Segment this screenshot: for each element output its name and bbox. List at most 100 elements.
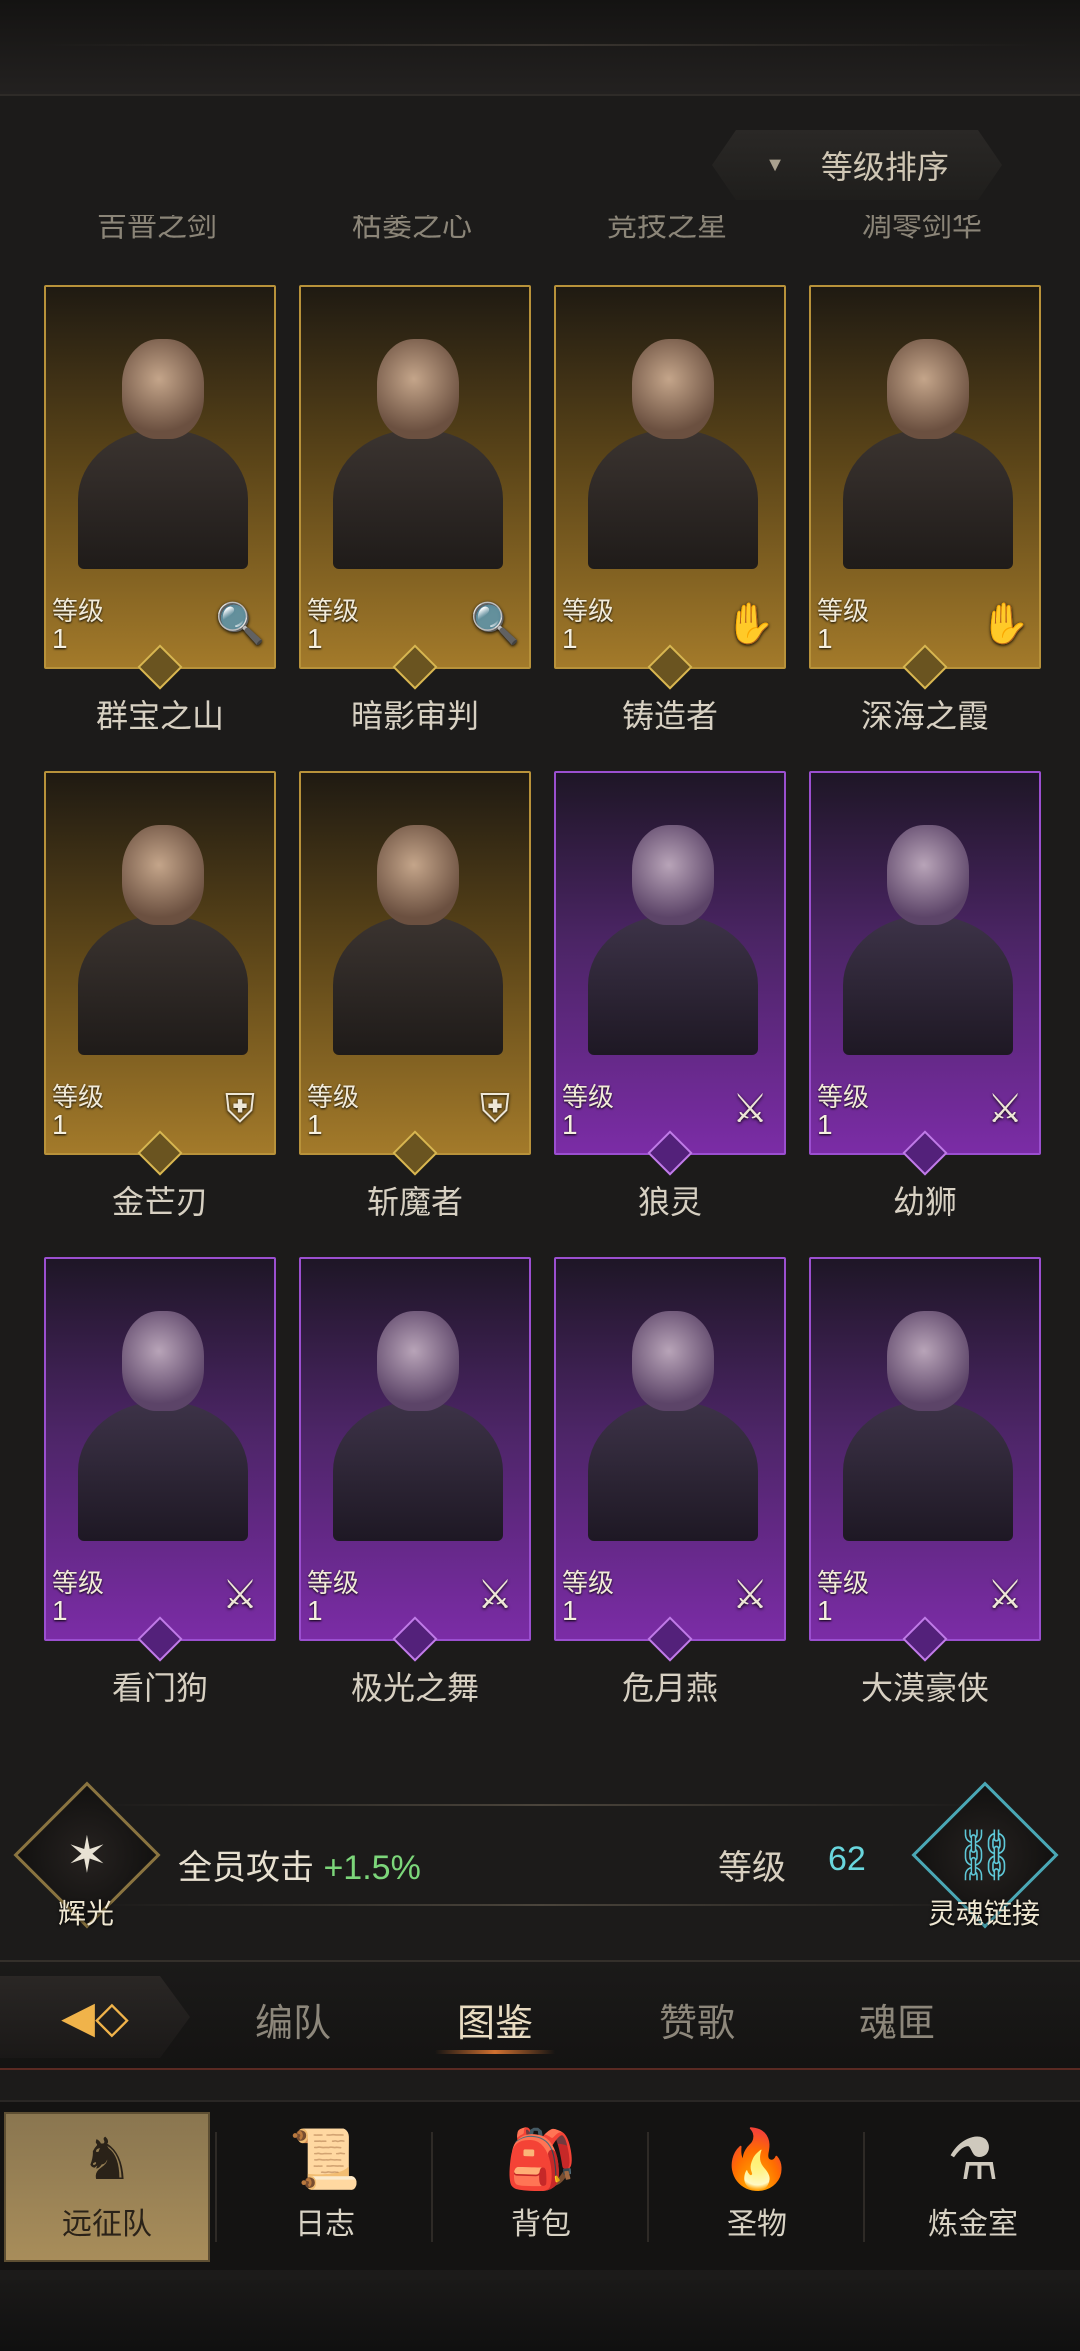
bonus-stat-value: +1.5%: [323, 1849, 421, 1887]
cut-hero-name: 凋零剑华: [862, 215, 982, 243]
palm-icon: ✋: [725, 601, 775, 646]
hero-card[interactable]: 等级 1 ⚔ 大漠豪侠: [809, 1257, 1041, 1706]
hero-portrait: [831, 1283, 1023, 1541]
alchemy-icon: ⚗: [947, 2127, 999, 2192]
hero-portrait: [66, 1283, 258, 1541]
back-button[interactable]: ◀◇: [0, 1976, 190, 2058]
hero-name: 危月燕: [621, 1670, 718, 1706]
soul-link-label: 灵魂链接: [928, 1898, 1041, 1929]
hero-name: 狼灵: [637, 1184, 702, 1220]
sword-icon: ⚔: [987, 1573, 1023, 1617]
bottom-navigation: ♞ 远征队 📜 日志 🎒 背包 🔥 圣物 ⚗ 炼金室: [0, 2100, 1080, 2270]
sword-icon: ⚔: [732, 1087, 768, 1131]
hero-portrait: [321, 1283, 513, 1541]
hero-name: 群宝之山: [95, 698, 224, 734]
scroll-icon: 📜: [288, 2127, 362, 2192]
hero-portrait: [321, 311, 513, 569]
hero-name: 暗影审判: [350, 698, 479, 734]
nav-label: 圣物: [727, 2208, 787, 2241]
partially-visible-row: 吉普之剑 枯萎之心 竞技之星 凋零剑华: [0, 215, 1080, 251]
nav-label: 日志: [295, 2208, 355, 2241]
palm-icon: ✋: [980, 601, 1030, 646]
sword-icon: ⚔: [732, 1573, 768, 1617]
hero-name: 幼狮: [892, 1184, 957, 1220]
sword-icon: ⚔: [987, 1087, 1023, 1131]
card-frame: 等级 1 ⚔: [809, 771, 1041, 1155]
sort-by-level-button[interactable]: ▼ 等级排序: [712, 130, 1002, 200]
card-frame: 等级 1 ⚔: [554, 771, 786, 1155]
tab-formation[interactable]: 编队: [223, 1992, 363, 2047]
shield-icon: ⛨: [480, 1086, 510, 1131]
card-frame: 等级 1 ⛨: [44, 771, 276, 1155]
collection-bonus-bar: ✶ 辉光 全员攻击 +1.5% 等级 62 ⛓ 灵魂链接: [0, 1780, 1080, 1930]
hero-card[interactable]: 等级 1 ⛨ 斩魔者: [299, 771, 531, 1220]
level-value: 1: [307, 623, 323, 654]
hero-card[interactable]: 等级 1 🔍 暗影审判: [299, 285, 531, 734]
link-level-label: 等级: [718, 1849, 786, 1887]
hero-card[interactable]: 等级 1 ⛨ 金芒刃: [44, 771, 276, 1220]
sword-icon: ⚔: [222, 1573, 258, 1617]
arrow-left-icon: ◀◇: [61, 1992, 129, 2042]
nav-journal[interactable]: 📜 日志: [222, 2112, 428, 2262]
nav-label: 背包: [511, 2208, 571, 2241]
hero-name: 斩魔者: [366, 1184, 463, 1220]
level-value: 1: [562, 623, 578, 654]
level-value: 1: [562, 1109, 578, 1140]
shield-icon: ⛨: [225, 1086, 255, 1131]
tab-soul-box[interactable]: 魂匣: [827, 1992, 967, 2047]
sort-label: 等级排序: [820, 149, 949, 185]
hero-portrait: [576, 1283, 768, 1541]
hero-card[interactable]: 等级 1 ✋ 铸造者: [554, 285, 786, 734]
hero-card[interactable]: 等级 1 ✋ 深海之霞: [809, 285, 1041, 734]
card-frame: 等级 1 ✋: [809, 285, 1041, 669]
link-level-value: 62: [828, 1840, 866, 1878]
hero-card[interactable]: 等级 1 ⚔ 极光之舞: [299, 1257, 531, 1706]
card-frame: 等级 1 🔍: [299, 285, 531, 669]
tab-anthem[interactable]: 赞歌: [627, 1992, 767, 2047]
nav-relics[interactable]: 🔥 圣物: [654, 2112, 860, 2262]
card-frame: 等级 1 ⛨: [299, 771, 531, 1155]
staff-icon: 🔍: [215, 601, 265, 646]
team-attack-bonus: 全员攻击 +1.5%: [178, 1840, 421, 1889]
sword-icon: ⚔: [477, 1573, 513, 1617]
hero-name: 铸造者: [621, 698, 718, 734]
level-value: 1: [817, 1109, 833, 1140]
level-value: 1: [307, 1109, 323, 1140]
level-value: 1: [52, 1595, 68, 1626]
hero-card[interactable]: 等级 1 ⚔ 看门狗: [44, 1257, 276, 1706]
chain-link-icon: ⛓: [953, 1826, 1017, 1883]
hero-card[interactable]: 等级 1 ⚔ 幼狮: [809, 771, 1041, 1220]
card-frame: 等级 1 ✋: [554, 285, 786, 669]
hero-card[interactable]: 等级 1 🔍 群宝之山: [44, 285, 276, 734]
card-frame: 等级 1 ⚔: [554, 1257, 786, 1641]
nav-backpack[interactable]: 🎒 背包: [438, 2112, 644, 2262]
sub-tab-bar: ◀◇ 编队 图鉴 赞歌 魂匣: [0, 1960, 1080, 2070]
hero-card[interactable]: 等级 1 ⚔ 狼灵: [554, 771, 786, 1220]
hero-portrait: [831, 797, 1023, 1055]
staff-icon: 🔍: [470, 601, 520, 646]
top-banner: [0, 0, 1080, 96]
hero-portrait: [66, 797, 258, 1055]
hero-portrait: [576, 797, 768, 1055]
card-frame: 等级 1 ⚔: [809, 1257, 1041, 1641]
hero-card[interactable]: 等级 1 ⚔ 危月燕: [554, 1257, 786, 1706]
nav-expedition[interactable]: ♞ 远征队: [4, 2112, 210, 2262]
tab-codex[interactable]: 图鉴: [425, 1992, 565, 2054]
hero-collection-grid[interactable]: 吉普之剑 枯萎之心 竞技之星 凋零剑华 等级 1 🔍 群宝之山 等级 1 🔍 暗影审判 等级 1 ✋…: [0, 215, 1080, 1745]
caret-down-icon: ▼: [765, 153, 785, 176]
bonus-stat-label: 全员攻击: [178, 1849, 314, 1887]
compass-star-icon: ✶: [66, 1827, 108, 1883]
hero-portrait: [321, 797, 513, 1055]
level-value: 1: [52, 623, 68, 654]
nav-alchemy[interactable]: ⚗ 炼金室: [870, 2112, 1076, 2262]
hero-portrait: [66, 311, 258, 569]
nav-label: 炼金室: [928, 2208, 1018, 2241]
level-value: 1: [817, 1595, 833, 1626]
cut-hero-name: 竞技之星: [607, 215, 727, 243]
hero-name: 深海之霞: [860, 698, 989, 734]
card-frame: 等级 1 🔍: [44, 285, 276, 669]
card-frame: 等级 1 ⚔: [44, 1257, 276, 1641]
nav-label: 远征队: [62, 2208, 152, 2241]
bag-icon: 🎒: [504, 2127, 578, 2192]
hero-name: 极光之舞: [350, 1670, 479, 1706]
